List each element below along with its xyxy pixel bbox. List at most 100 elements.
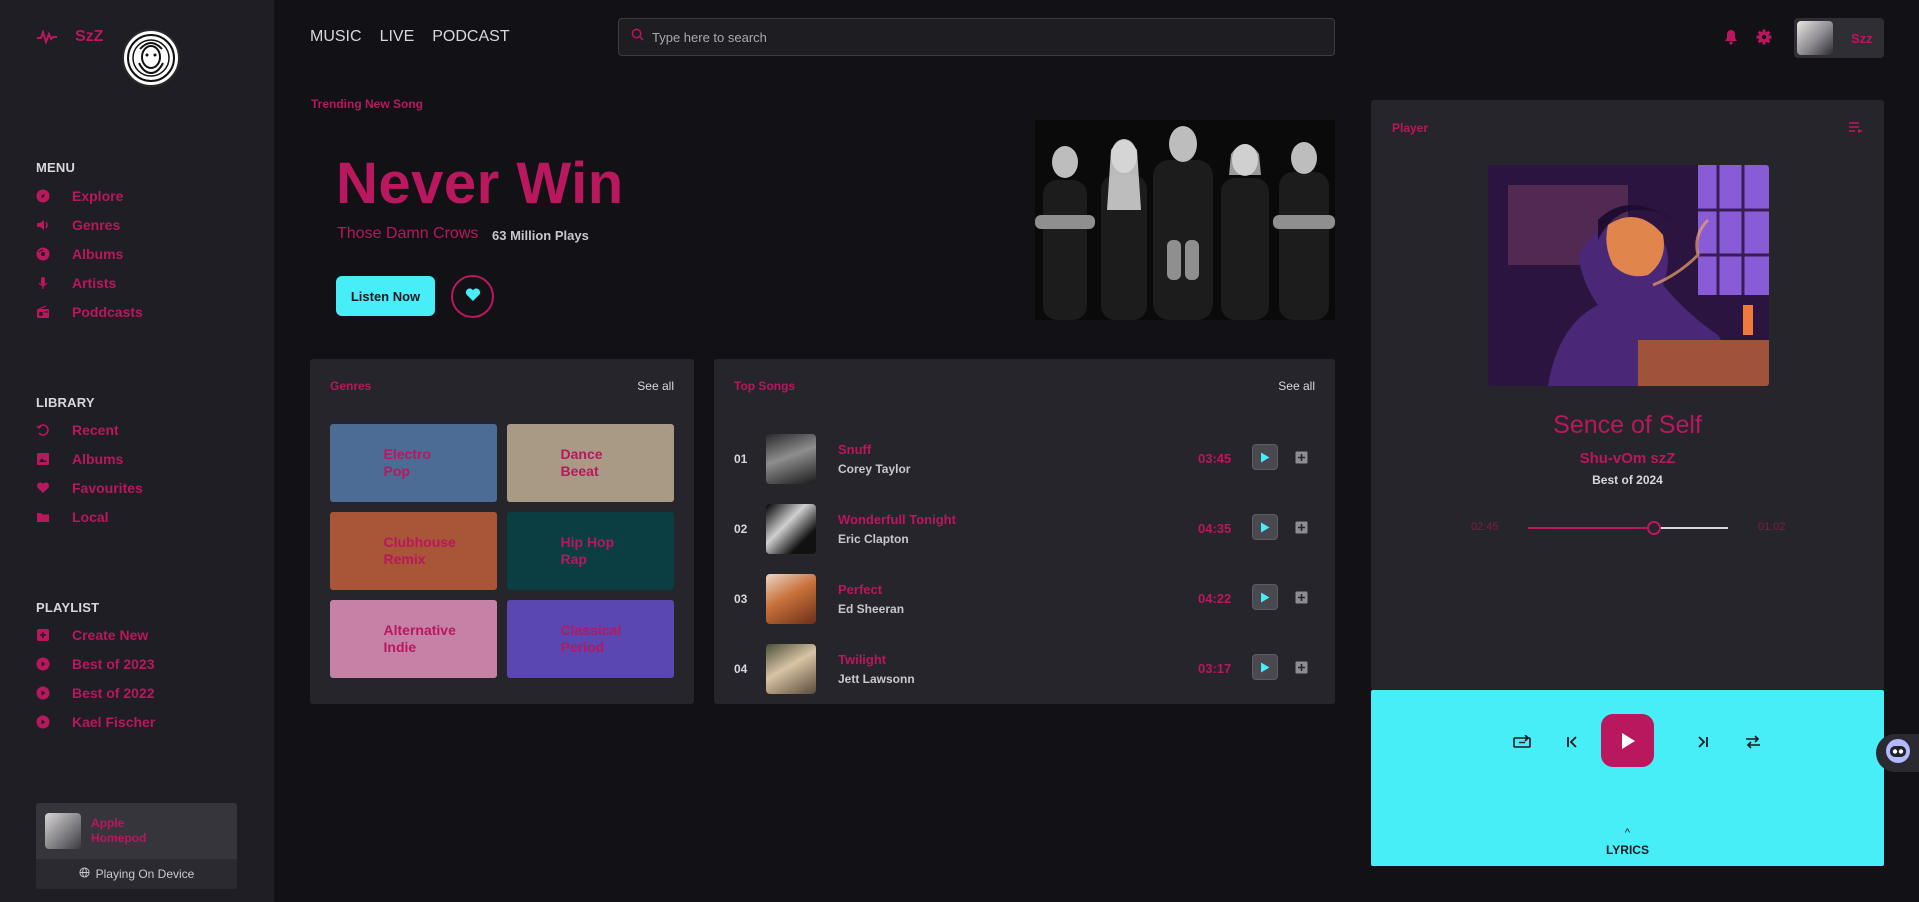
hero-band-image [1035,120,1335,320]
now-playing-artist[interactable]: Shu-vOm szZ [1371,450,1884,467]
song-artist: Jett Lawsonn [838,672,915,686]
song-thumbnail [766,644,816,694]
hero-artist[interactable]: Those Damn Crows [337,225,478,243]
song-number: 03 [734,592,748,606]
nav-live[interactable]: LIVE [380,28,415,46]
song-duration: 03:45 [1198,451,1232,466]
genre-tile-hip-hop-rap[interactable]: Hip Hop Rap [507,512,674,590]
song-row[interactable]: 03 Perfect Ed Sheeran 04:22 [714,564,1334,634]
song-duration: 04:22 [1198,591,1232,606]
add-to-playlist-icon[interactable] [1295,661,1308,674]
device-name: Apple Homepod [91,816,147,845]
genres-see-all-link[interactable]: See all [637,379,674,393]
history-icon [36,423,50,437]
sidebar-item-recent[interactable]: Recent [36,415,143,444]
play-icon [1261,592,1270,602]
brand[interactable]: SzZ [37,28,103,46]
song-artist: Corey Taylor [838,462,911,476]
next-icon[interactable] [1691,730,1715,754]
top-songs-see-all-link[interactable]: See all [1278,379,1315,393]
play-pause-button[interactable] [1601,714,1654,767]
song-thumbnail [766,574,816,624]
gear-icon[interactable] [1756,29,1772,50]
repeat-icon[interactable] [1510,730,1534,754]
avatar [1797,21,1833,55]
play-circle-icon [36,715,50,729]
genres-panel: Genres See all Electro Pop Dance Beeat C… [310,359,694,704]
now-playing-title: Sence of Self [1553,411,1702,439]
sidebar-item-albums[interactable]: Albums [36,239,143,268]
add-to-playlist-icon[interactable] [1295,591,1308,604]
now-playing-album: Best of 2024 [1592,473,1663,487]
heart-icon [36,481,50,495]
sidebar-item-artists[interactable]: Artists [36,268,143,297]
sidebar-item-genres[interactable]: Genres [36,210,143,239]
previous-icon[interactable] [1560,730,1584,754]
song-row[interactable]: 01 Snuff Corey Taylor 03:45 [714,424,1334,494]
genre-tile-clubhouse-remix[interactable]: Clubhouse Remix [330,512,497,590]
sidebar-item-kael-fischer[interactable]: Kael Fischer [36,707,155,736]
song-title: Snuff [838,442,872,457]
song-play-button[interactable] [1252,584,1278,610]
playlist-list: Create New Best of 2023 Best of 2022 Kae… [36,620,155,736]
add-to-playlist-icon[interactable] [1295,451,1308,464]
sidebar-item-library-albums[interactable]: Albums [36,444,143,473]
genres-title: Genres [330,379,372,393]
add-to-playlist-icon[interactable] [1295,521,1308,534]
nav-podcast[interactable]: PODCAST [432,28,509,46]
genre-tile-dance-beeat[interactable]: Dance Beeat [507,424,674,502]
device-status: Playing On Device [36,859,237,889]
genre-tile-classical-period[interactable]: Classical Period [507,600,674,678]
brand-name: SzZ [75,28,104,45]
progress-handle[interactable] [1647,521,1661,535]
genre-tile-alternative-indie[interactable]: Alternative Indie [330,600,497,678]
like-button[interactable] [451,275,494,318]
trending-label: Trending New Song [311,97,424,111]
song-thumbnail [766,504,816,554]
song-play-button[interactable] [1252,654,1278,680]
playback-controls: ^ LYRICS [1371,690,1884,866]
play-circle-icon [36,686,50,700]
shuffle-icon[interactable] [1741,730,1765,754]
song-play-button[interactable] [1252,444,1278,470]
waveform-icon [37,30,57,44]
user-menu[interactable]: Szz [1794,18,1884,58]
progress-slider[interactable] [1528,521,1728,535]
menu-title: MENU [36,160,76,175]
sidebar-item-favourites[interactable]: Favourites [36,473,143,502]
top-icons [1724,29,1772,50]
search-input[interactable] [652,29,1252,45]
chevron-up-icon[interactable]: ^ [1621,827,1634,839]
menu-list: Explore Genres Albums Artists Poddcasts [36,181,143,326]
hero-title: Never Win [336,151,624,216]
song-number: 01 [734,452,748,466]
song-row[interactable]: 02 Wonderfull Tonight Eric Clapton 04:35 [714,494,1334,564]
song-artist: Ed Sheeran [838,602,905,616]
sidebar-item-create-new[interactable]: Create New [36,620,155,649]
device-card[interactable]: Apple Homepod Playing On Device [36,803,237,889]
play-icon [1261,662,1270,672]
sidebar-item-explore[interactable]: Explore [36,181,143,210]
library-list: Recent Albums Favourites Local [36,415,143,531]
player-title: Player [1392,121,1429,135]
song-row[interactable]: 04 Twilight Jett Lawsonn 03:17 [714,634,1334,704]
progress-fill [1528,527,1654,529]
bell-icon[interactable] [1724,29,1738,50]
sidebar-item-podcasts[interactable]: Poddcasts [36,297,143,326]
sidebar-item-best-of-2022[interactable]: Best of 2022 [36,678,155,707]
lyrics-toggle[interactable]: LYRICS [1371,843,1884,857]
assistant-button[interactable] [1876,734,1919,772]
playlist-title: PLAYLIST [36,600,100,615]
genre-tile-electro-pop[interactable]: Electro Pop [330,424,497,502]
song-play-button[interactable] [1252,514,1278,540]
album-cover [1488,165,1769,386]
top-songs-title: Top Songs [734,379,796,393]
sidebar-item-best-of-2023[interactable]: Best of 2023 [36,649,155,678]
queue-icon[interactable] [1849,120,1863,138]
sidebar-item-local[interactable]: Local [36,502,143,531]
listen-now-button[interactable]: Listen Now [336,276,435,316]
song-title: Twilight [838,652,887,667]
nav-music[interactable]: MUSIC [310,28,362,46]
hero-plays: 63 Million Plays [492,228,589,243]
search-bar [618,18,1335,56]
